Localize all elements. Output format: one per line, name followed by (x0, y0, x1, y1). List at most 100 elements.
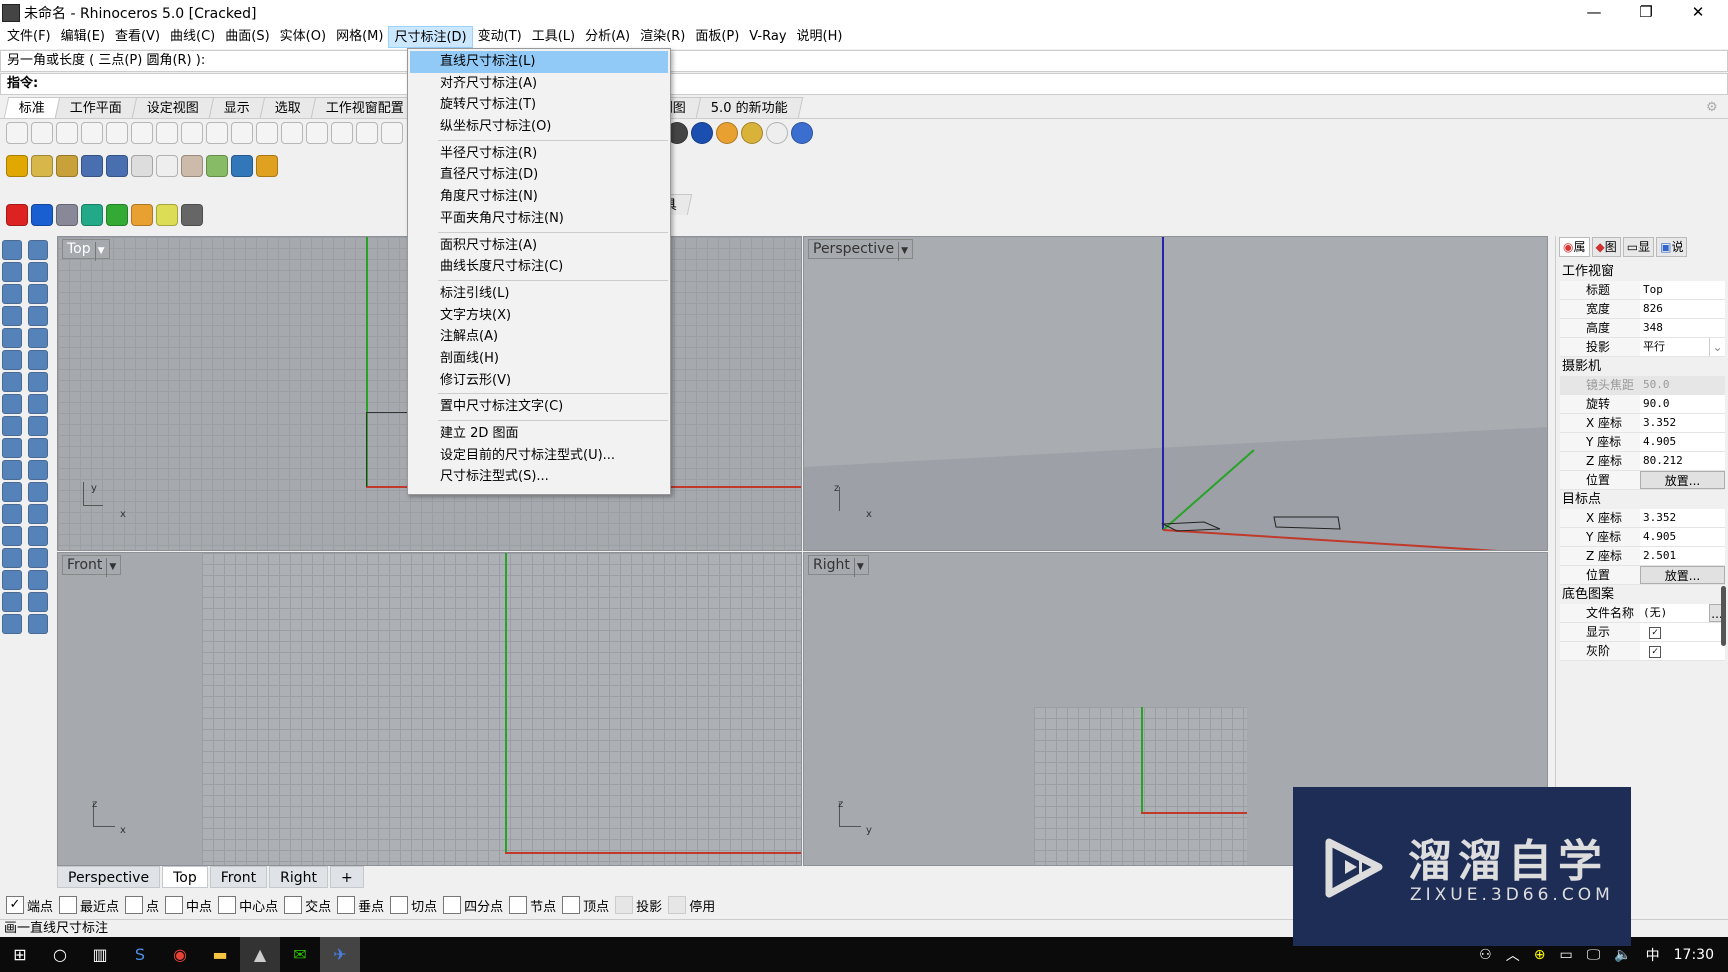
viewport-tab-top[interactable]: Top (162, 866, 208, 888)
gear-icon[interactable] (741, 122, 763, 144)
maximize-button[interactable]: ❐ (1620, 0, 1672, 25)
point-icon[interactable] (28, 240, 48, 260)
polyline-icon[interactable] (2, 262, 22, 282)
light-icon[interactable] (131, 155, 153, 177)
osnap-7[interactable]: 切点 (390, 896, 437, 915)
sun-icon[interactable] (156, 155, 178, 177)
ellipse-icon[interactable] (2, 328, 22, 348)
osnap-3[interactable]: 中点 (165, 896, 212, 915)
polygon-icon[interactable] (2, 306, 22, 326)
menu-10[interactable]: 分析(A) (580, 26, 635, 48)
material-icon[interactable] (6, 155, 28, 177)
viewport-perspective[interactable]: Perspective ▼ z x (803, 236, 1548, 551)
battery-icon[interactable]: ▭ (1559, 947, 1572, 963)
property-value[interactable]: 90.0 (1640, 395, 1725, 413)
dropdown-item[interactable]: 置中尺寸标注文字(C) (410, 396, 668, 418)
rt-icon[interactable] (106, 155, 128, 177)
viewport-tab-right[interactable]: Right (269, 866, 329, 888)
osnap-checkbox[interactable] (165, 896, 184, 914)
network-icon[interactable]: 🖵 (1587, 947, 1601, 963)
dropdown-item[interactable]: 旋转尺寸标注(T) (410, 94, 668, 116)
pan-hand-icon[interactable] (231, 122, 253, 144)
zoom-selected-icon[interactable] (356, 122, 378, 144)
osnap-checkbox[interactable]: ✓ (6, 896, 24, 914)
panel-tab-display[interactable]: ▭显 (1622, 237, 1655, 257)
osnap-checkbox[interactable] (59, 896, 78, 914)
file-explorer-icon[interactable]: ▬ (200, 937, 240, 972)
osnap-checkbox[interactable] (390, 896, 409, 914)
osnap-checkbox[interactable] (337, 896, 356, 914)
dropdown-item[interactable]: 平面夹角尺寸标注(N) (410, 208, 668, 230)
dimension-icon[interactable] (766, 122, 788, 144)
property-value[interactable]: 3.352 (1640, 509, 1725, 527)
zoom-window-icon[interactable] (306, 122, 328, 144)
menu-0[interactable]: 文件(F) (2, 26, 56, 48)
rectangle-icon[interactable] (28, 306, 48, 326)
group-icon[interactable] (2, 460, 22, 480)
dimension-icon[interactable] (28, 504, 48, 524)
align-icon[interactable] (28, 526, 48, 546)
dropdown-item[interactable]: 半径尺寸标注(R) (410, 143, 668, 165)
dropdown-item[interactable]: 修订云形(V) (410, 370, 668, 392)
dropdown-item[interactable]: 注解点(A) (410, 326, 668, 348)
viewport-front[interactable]: Front ▼ z x (57, 552, 802, 866)
trim-icon[interactable] (28, 416, 48, 436)
curve-tools-icon[interactable] (28, 482, 48, 502)
menu-2[interactable]: 查看(V) (110, 26, 165, 48)
surface-icon[interactable] (2, 350, 22, 370)
render-icon[interactable] (81, 155, 103, 177)
osnap-checkbox[interactable] (615, 896, 634, 914)
osnap-9[interactable]: 节点 (509, 896, 556, 915)
viewport-title-top[interactable]: Top ▼ (62, 239, 110, 261)
dropdown-item[interactable]: 尺寸标注型式(S)... (410, 466, 668, 488)
toolbar-tab-2[interactable]: 设定视图 (131, 97, 215, 118)
osnap-checkbox[interactable] (218, 896, 237, 914)
property-value[interactable]: 826 (1640, 300, 1725, 318)
menu-3[interactable]: 曲线(C) (165, 26, 220, 48)
paste-icon[interactable] (181, 122, 203, 144)
menu-5[interactable]: 实体(O) (275, 26, 331, 48)
arc-icon[interactable] (28, 284, 48, 304)
panel-tab-properties[interactable]: ◉属 (1559, 237, 1590, 257)
menu-14[interactable]: 说明(H) (792, 26, 848, 48)
dropdown-item[interactable]: 剖面线(H) (410, 348, 668, 370)
viewport-tab-perspective[interactable]: Perspective (57, 866, 161, 888)
wechat-icon[interactable]: ✉ (280, 937, 320, 972)
tray-expand-icon[interactable]: ︿ (1506, 945, 1520, 965)
import-icon[interactable] (106, 122, 128, 144)
toolbar-tab-4[interactable]: 选取 (259, 97, 317, 118)
offset-icon[interactable] (28, 438, 48, 458)
tags-icon[interactable] (56, 155, 78, 177)
close-button[interactable]: ✕ (1672, 0, 1724, 25)
box-icon[interactable] (56, 204, 78, 226)
toolbar-tab-0[interactable]: 标准 (3, 97, 61, 118)
menu-9[interactable]: 工具(L) (527, 26, 580, 48)
osnap-2[interactable]: 点 (125, 896, 159, 915)
dropdown-item[interactable]: 对齐尺寸标注(A) (410, 73, 668, 95)
solid-icon[interactable] (2, 548, 22, 568)
property-value[interactable]: Top (1640, 281, 1725, 299)
osnap-0[interactable]: ✓ 端点 (6, 896, 53, 915)
menu-13[interactable]: V-Ray (744, 26, 791, 48)
property-value[interactable]: 4.905 (1640, 528, 1725, 546)
zoom-extents-icon[interactable] (331, 122, 353, 144)
blue-sphere-icon[interactable] (31, 204, 53, 226)
show-checkbox[interactable]: ✓ (1649, 627, 1661, 639)
shaded-sphere-icon[interactable] (691, 122, 713, 144)
undo-view-icon[interactable] (381, 122, 403, 144)
menu-8[interactable]: 变动(T) (473, 26, 527, 48)
property-value[interactable]: 50.0 (1640, 376, 1725, 394)
rhino-icon[interactable]: ▲ (240, 937, 280, 972)
toolbar-tab-14[interactable]: 5.0 的新功能 (695, 97, 804, 118)
undo-icon[interactable] (206, 122, 228, 144)
analyze-icon[interactable] (2, 592, 22, 612)
settings-gear-icon[interactable]: ⚙ (1706, 100, 1718, 115)
help-icon[interactable] (791, 122, 813, 144)
toolbar-tab-1[interactable]: 工作平面 (54, 97, 138, 118)
osnap-12[interactable]: 停用 (668, 896, 715, 915)
split-icon[interactable] (2, 438, 22, 458)
ime-indicator[interactable]: 中 (1646, 945, 1660, 965)
osnap-10[interactable]: 顶点 (562, 896, 609, 915)
flag-icon[interactable] (716, 122, 738, 144)
cylinder-icon[interactable] (181, 204, 203, 226)
